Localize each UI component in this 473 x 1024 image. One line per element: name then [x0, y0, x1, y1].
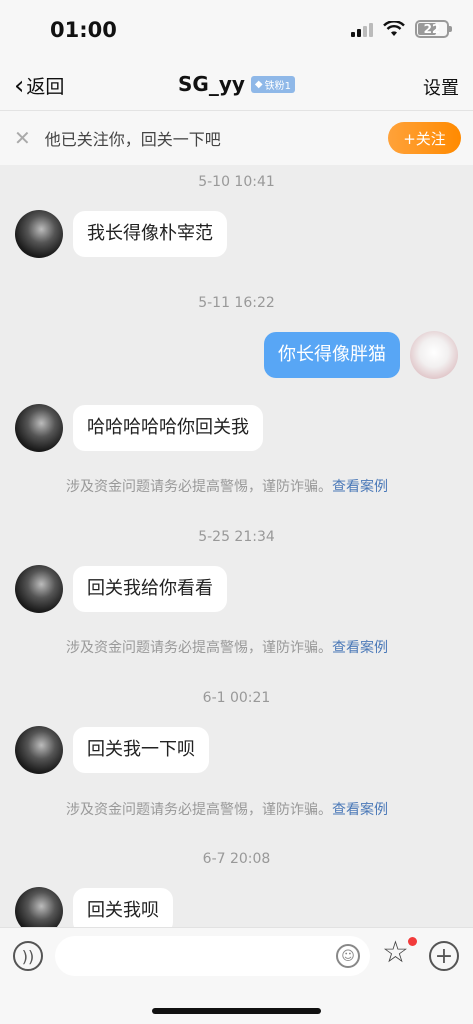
- avatar[interactable]: [15, 887, 63, 927]
- view-cases-link[interactable]: 查看案例: [332, 640, 388, 656]
- fraud-warning-text: 涉及资金问题请务必提高警惕，谨防诈骗。: [66, 802, 332, 818]
- settings-button[interactable]: 设置: [423, 74, 459, 100]
- battery-icon: 22: [415, 20, 452, 38]
- message-bubble[interactable]: 回关我给你看看: [73, 566, 227, 612]
- signal-icon: [351, 21, 373, 37]
- view-cases-link[interactable]: 查看案例: [332, 479, 388, 495]
- message-row: 你长得像胖猫: [264, 331, 458, 379]
- timestamp: 5-25 21:34: [198, 529, 275, 545]
- message-bubble[interactable]: 我长得像朴宰范: [73, 211, 227, 257]
- avatar[interactable]: [15, 404, 63, 452]
- follow-back-message: 他已关注你，回关一下吧: [44, 130, 221, 149]
- fan-badge-label: 铁粉1: [264, 80, 291, 92]
- message-input[interactable]: ☺: [55, 936, 370, 976]
- message-bubble[interactable]: 哈哈哈哈哈你回关我: [73, 405, 263, 451]
- fraud-warning-text: 涉及资金问题请务必提高警惕，谨防诈骗。: [66, 479, 332, 495]
- message-bubble[interactable]: 回关我呗: [73, 888, 173, 927]
- emoji-icon[interactable]: ☺: [336, 944, 360, 968]
- message-row: 哈哈哈哈哈你回关我: [15, 404, 263, 452]
- follow-back-bar: ✕ 他已关注你，回关一下吧 +关注: [0, 110, 473, 165]
- message-bubble[interactable]: 回关我一下呗: [73, 727, 209, 773]
- close-icon[interactable]: ✕: [14, 126, 31, 150]
- message-row: 回关我一下呗: [15, 726, 209, 774]
- view-cases-link[interactable]: 查看案例: [332, 802, 388, 818]
- fraud-warning-text: 涉及资金问题请务必提高警惕，谨防诈骗。: [66, 640, 332, 656]
- avatar[interactable]: [410, 331, 458, 379]
- title-group: SG_yy ◆ 铁粉1: [0, 72, 473, 96]
- star-face-icon[interactable]: ☆: [382, 937, 417, 970]
- fraud-warning: 涉及资金问题请务必提高警惕，谨防诈骗。查看案例: [66, 637, 388, 657]
- avatar[interactable]: [15, 726, 63, 774]
- page-title: SG_yy: [178, 72, 245, 96]
- battery-level: 22: [423, 22, 441, 36]
- chat-list[interactable]: 5-10 10:41 我长得像朴宰范 5-11 16:22 你长得像胖猫 哈哈哈…: [0, 165, 473, 927]
- diamond-icon: ◆: [254, 78, 263, 90]
- message-row: 我长得像朴宰范: [15, 210, 227, 258]
- message-row: 回关我给你看看: [15, 565, 227, 613]
- message-row: 回关我呗: [15, 887, 173, 927]
- voice-icon[interactable]: )): [13, 941, 43, 971]
- status-icons: 22: [351, 20, 452, 38]
- status-bar: 01:00 22: [0, 0, 473, 62]
- fan-badge: ◆ 铁粉1: [250, 75, 295, 93]
- avatar[interactable]: [15, 565, 63, 613]
- fraud-warning: 涉及资金问题请务必提高警惕，谨防诈骗。查看案例: [66, 476, 388, 496]
- status-time: 01:00: [50, 18, 117, 42]
- message-bubble[interactable]: 你长得像胖猫: [264, 332, 400, 378]
- timestamp: 5-10 10:41: [198, 174, 275, 190]
- timestamp: 5-11 16:22: [198, 295, 275, 311]
- wifi-icon: [383, 21, 405, 36]
- home-indicator: [152, 1008, 321, 1014]
- avatar[interactable]: [15, 210, 63, 258]
- plus-icon[interactable]: +: [429, 941, 459, 971]
- fraud-warning: 涉及资金问题请务必提高警惕，谨防诈骗。查看案例: [66, 799, 388, 819]
- notification-dot: [408, 937, 417, 946]
- timestamp: 6-1 00:21: [202, 690, 271, 706]
- follow-button[interactable]: +关注: [388, 122, 461, 154]
- nav-bar: ‹ 返回 SG_yy ◆ 铁粉1 设置: [0, 62, 473, 110]
- timestamp: 6-7 20:08: [202, 851, 271, 867]
